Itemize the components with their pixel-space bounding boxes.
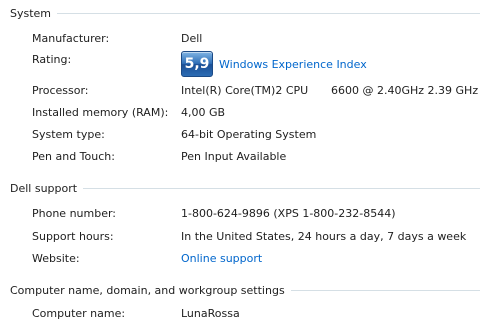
phone-value: 1-800-624-9896 (XPS 1-800-232-8544): [181, 206, 396, 220]
system-type-row: System type: 64-bit Operating System: [32, 125, 480, 143]
processor-label: Processor:: [32, 83, 89, 97]
support-hours-value: In the United States, 24 hours a day, 7 …: [181, 229, 467, 243]
rating-label: Rating:: [32, 53, 72, 66]
phone-row: Phone number: 1-800-624-9896 (XPS 1-800-…: [32, 204, 480, 222]
pen-touch-label: Pen and Touch:: [32, 149, 115, 163]
rating-value: 5,9 Windows Experience Index: [181, 51, 480, 77]
memory-row: Installed memory (RAM): 4,00 GB: [32, 103, 480, 121]
computer-name-label: Computer name:: [32, 306, 126, 320]
manufacturer-value: Dell: [181, 31, 203, 45]
website-value: Online support: [181, 252, 480, 265]
system-section-header: System: [10, 5, 480, 21]
online-support-link[interactable]: Online support: [181, 252, 262, 265]
website-row: Website: Online support: [32, 249, 480, 267]
memory-value: 4,00 GB: [181, 105, 226, 119]
manufacturer-row: Manufacturer: Dell: [32, 29, 480, 47]
processor-value: Intel(R) Core(TM)2 CPU 6600 @ 2.40GHz 2.3…: [181, 84, 480, 97]
section-divider: [57, 13, 480, 14]
processor-speed: 6600 @ 2.40GHz 2.39 GHz: [331, 83, 479, 97]
website-label: Website:: [32, 251, 80, 265]
system-type-label: System type:: [32, 127, 105, 141]
phone-label: Phone number:: [32, 206, 117, 220]
computer-name-value: LunaRossa: [181, 306, 240, 320]
experience-index-badge-icon[interactable]: 5,9: [181, 51, 213, 77]
processor-row: Processor: Intel(R) Core(TM)2 CPU 6600 @ …: [32, 81, 480, 99]
section-divider: [83, 188, 480, 189]
section-divider: [290, 290, 480, 291]
manufacturer-label: Manufacturer:: [32, 31, 110, 45]
memory-label: Installed memory (RAM):: [32, 105, 169, 119]
dell-support-section-title: Dell support: [10, 181, 78, 195]
support-hours-label: Support hours:: [32, 229, 114, 243]
dell-support-section-header: Dell support: [10, 180, 480, 196]
computer-name-section-header: Computer name, domain, and workgroup set…: [10, 282, 480, 298]
pen-touch-row: Pen and Touch: Pen Input Available: [32, 147, 480, 165]
rating-row: Rating: 5,9 Windows Experience Index: [32, 51, 480, 77]
system-section-title: System: [10, 6, 52, 20]
computer-name-section-title: Computer name, domain, and workgroup set…: [10, 283, 285, 297]
windows-experience-index-link[interactable]: Windows Experience Index: [219, 58, 367, 71]
processor-name: Intel(R) Core(TM)2 CPU: [181, 83, 309, 97]
computer-name-row: Computer name: LunaRossa: [32, 304, 480, 320]
support-hours-row: Support hours: In the United States, 24 …: [32, 227, 480, 245]
pen-touch-value: Pen Input Available: [181, 149, 287, 163]
system-type-value: 64-bit Operating System: [181, 127, 317, 141]
